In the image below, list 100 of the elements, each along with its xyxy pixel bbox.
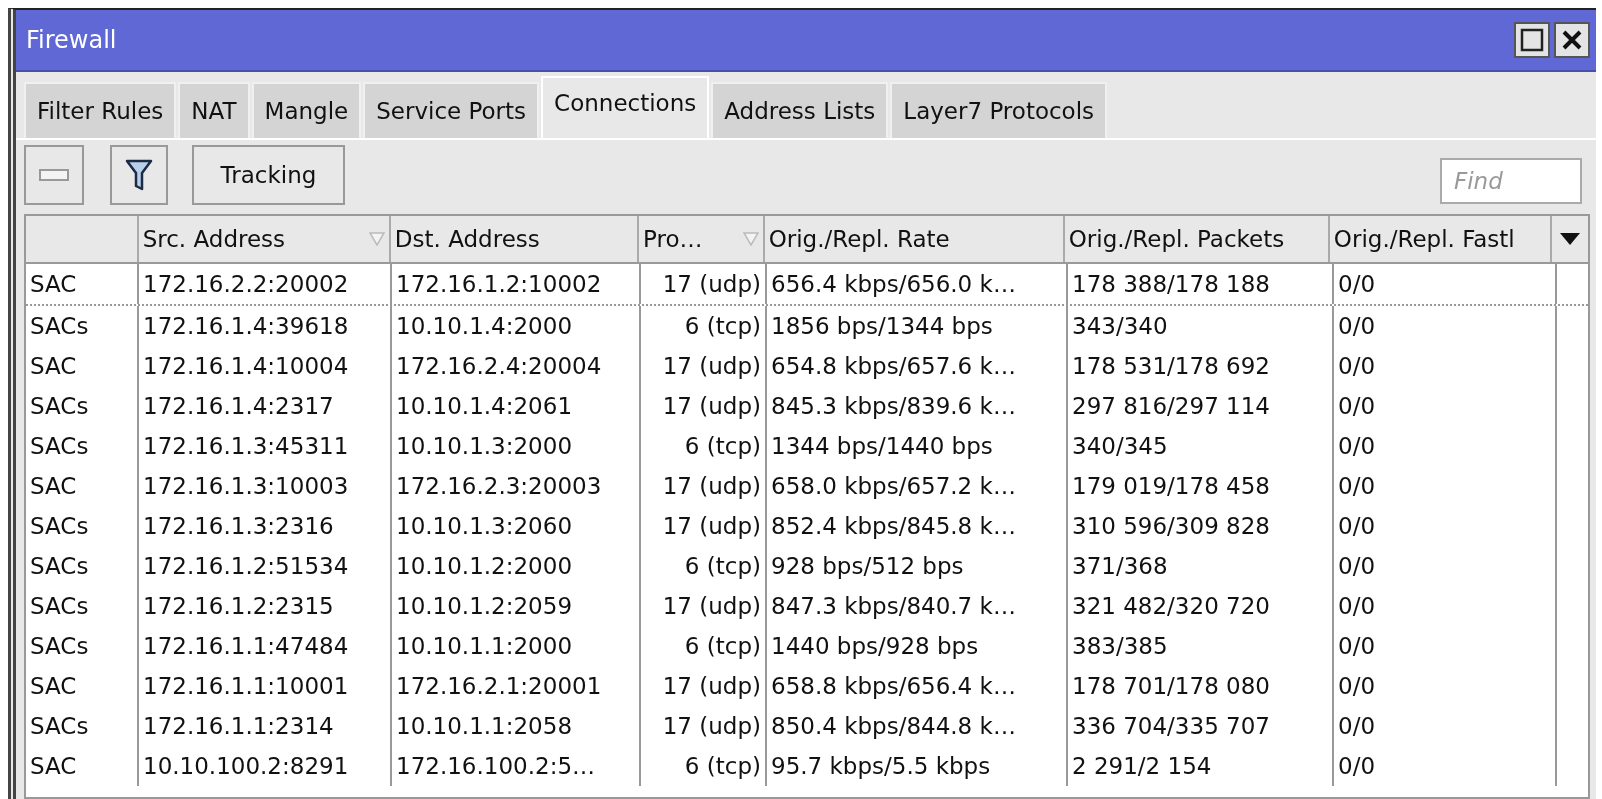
table-cell: 1440 bps/928 bps <box>767 626 1068 666</box>
column-header[interactable]: Src. Address <box>138 216 391 262</box>
table-cell: 0/0 <box>1334 546 1557 586</box>
tab[interactable]: NAT <box>178 82 250 138</box>
table-cell: 0/0 <box>1334 506 1557 546</box>
table-cell: 0/0 <box>1334 346 1557 386</box>
maximize-icon <box>1520 28 1544 52</box>
table-cell: 17 (udp) <box>641 466 767 506</box>
table-cell: 658.8 kbps/656.4 k… <box>767 666 1068 706</box>
table-cell: 10.10.1.3:2000 <box>392 426 641 466</box>
table-cell: 383/385 <box>1068 626 1334 666</box>
close-icon <box>1561 29 1583 51</box>
table-cell: 10.10.1.4:2000 <box>392 306 641 346</box>
table-cell: 17 (udp) <box>641 386 767 426</box>
table-cell: 850.4 kbps/844.8 k… <box>767 706 1068 746</box>
table-cell: 371/368 <box>1068 546 1334 586</box>
table-cell: 172.16.1.3:45311 <box>139 426 392 466</box>
table-cell: 310 596/309 828 <box>1068 506 1334 546</box>
table-cell: SACs <box>26 586 139 626</box>
maximize-button[interactable] <box>1514 22 1550 58</box>
table-cell: 172.16.1.3:10003 <box>139 466 392 506</box>
table-cell: 0/0 <box>1334 386 1557 426</box>
table-cell: 17 (udp) <box>641 586 767 626</box>
dropdown-icon <box>1559 232 1582 246</box>
window-title: Firewall <box>26 26 117 54</box>
tab[interactable]: Layer7 Protocols <box>890 82 1108 138</box>
table-cell: 17 (udp) <box>641 264 767 304</box>
find-field[interactable]: Find <box>1440 158 1582 204</box>
tab[interactable]: Mangle <box>251 82 362 138</box>
table-cell: 928 bps/512 bps <box>767 546 1068 586</box>
table-cell: 340/345 <box>1068 426 1334 466</box>
table-cell: 6 (tcp) <box>641 746 767 786</box>
table-cell: 1856 bps/1344 bps <box>767 306 1068 346</box>
column-header[interactable]: Orig./Repl. Rate <box>764 216 1065 262</box>
column-header[interactable]: Dst. Address <box>390 216 640 262</box>
table-cell: 178 701/178 080 <box>1068 666 1334 706</box>
table-cell: 172.16.1.4:39618 <box>139 306 392 346</box>
table-cell: 172.16.1.1:47484 <box>139 626 392 666</box>
tab[interactable]: Filter Rules <box>24 82 177 138</box>
remove-button[interactable] <box>24 145 84 205</box>
table-cell: 658.0 kbps/657.2 k… <box>767 466 1068 506</box>
table-cell: SACs <box>26 426 139 466</box>
table-cell: 10.10.1.1:2058 <box>392 706 641 746</box>
table-cell: SACs <box>26 306 139 346</box>
table-cell: 0/0 <box>1334 706 1557 746</box>
sort-icon <box>368 232 385 246</box>
filter-button[interactable] <box>110 145 168 205</box>
table-cell: 172.16.2.2:20002 <box>139 264 392 304</box>
table-cell: SAC <box>26 666 139 706</box>
column-header[interactable]: Pro… <box>639 216 765 262</box>
table-cell: SACs <box>26 706 139 746</box>
table-cell: 172.16.2.1:20001 <box>392 666 641 706</box>
table-cell: 172.16.1.4:10004 <box>139 346 392 386</box>
table-cell: 0/0 <box>1334 426 1557 466</box>
table-cell: 172.16.2.4:20004 <box>392 346 641 386</box>
table-cell: 336 704/335 707 <box>1068 706 1334 746</box>
column-header[interactable]: Orig./Repl. Fastl <box>1329 216 1553 262</box>
table-cell: 10.10.1.4:2061 <box>392 386 641 426</box>
table-cell: SACs <box>26 546 139 586</box>
table-cell: SACs <box>26 506 139 546</box>
table-cell: 178 388/178 188 <box>1068 264 1334 304</box>
table-cell: 10.10.1.2:2000 <box>392 546 641 586</box>
table-cell: 0/0 <box>1334 626 1557 666</box>
table-cell: 321 482/320 720 <box>1068 586 1334 626</box>
table-cell: 0/0 <box>1334 306 1557 346</box>
tab[interactable]: Service Ports <box>363 82 540 138</box>
table-cell: 654.8 kbps/657.6 k… <box>767 346 1068 386</box>
table-cell: 2 291/2 154 <box>1068 746 1334 786</box>
table-cell: 172.16.1.1:2314 <box>139 706 392 746</box>
column-header[interactable]: Orig./Repl. Packets <box>1064 216 1330 262</box>
table-cell: 6 (tcp) <box>641 306 767 346</box>
tab[interactable]: Connections <box>541 76 710 138</box>
table-cell: 343/340 <box>1068 306 1334 346</box>
table-cell: 6 (tcp) <box>641 626 767 666</box>
table-cell: 95.7 kbps/5.5 kbps <box>767 746 1068 786</box>
filter-icon <box>125 158 153 192</box>
table-cell: 0/0 <box>1334 666 1557 706</box>
table-cell: 179 019/178 458 <box>1068 466 1334 506</box>
sort-icon <box>742 232 759 246</box>
table-cell: 845.3 kbps/839.6 k… <box>767 386 1068 426</box>
table-cell: 0/0 <box>1334 466 1557 506</box>
table-cell: SACs <box>26 626 139 666</box>
close-button[interactable] <box>1554 22 1590 58</box>
table-cell: 172.16.1.2:51534 <box>139 546 392 586</box>
table-cell: 172.16.2.3:20003 <box>392 466 641 506</box>
table-cell: 0/0 <box>1334 746 1557 786</box>
table-cell: 172.16.1.2:2315 <box>139 586 392 626</box>
table-cell: 852.4 kbps/845.8 k… <box>767 506 1068 546</box>
tracking-button[interactable]: Tracking <box>192 145 345 205</box>
table-cell: 656.4 kbps/656.0 k… <box>767 264 1068 304</box>
table-cell: 1344 bps/1440 bps <box>767 426 1068 466</box>
table-cell: 172.16.1.2:10002 <box>392 264 641 304</box>
table-cell: 17 (udp) <box>641 666 767 706</box>
table-cell: 10.10.1.3:2060 <box>392 506 641 546</box>
table-cell: SAC <box>26 346 139 386</box>
table-cell: 6 (tcp) <box>641 546 767 586</box>
table-cell: 10.10.100.2:8291 <box>139 746 392 786</box>
tab[interactable]: Address Lists <box>711 82 889 138</box>
table-cell: 6 (tcp) <box>641 426 767 466</box>
table-cell: 172.16.1.3:2316 <box>139 506 392 546</box>
